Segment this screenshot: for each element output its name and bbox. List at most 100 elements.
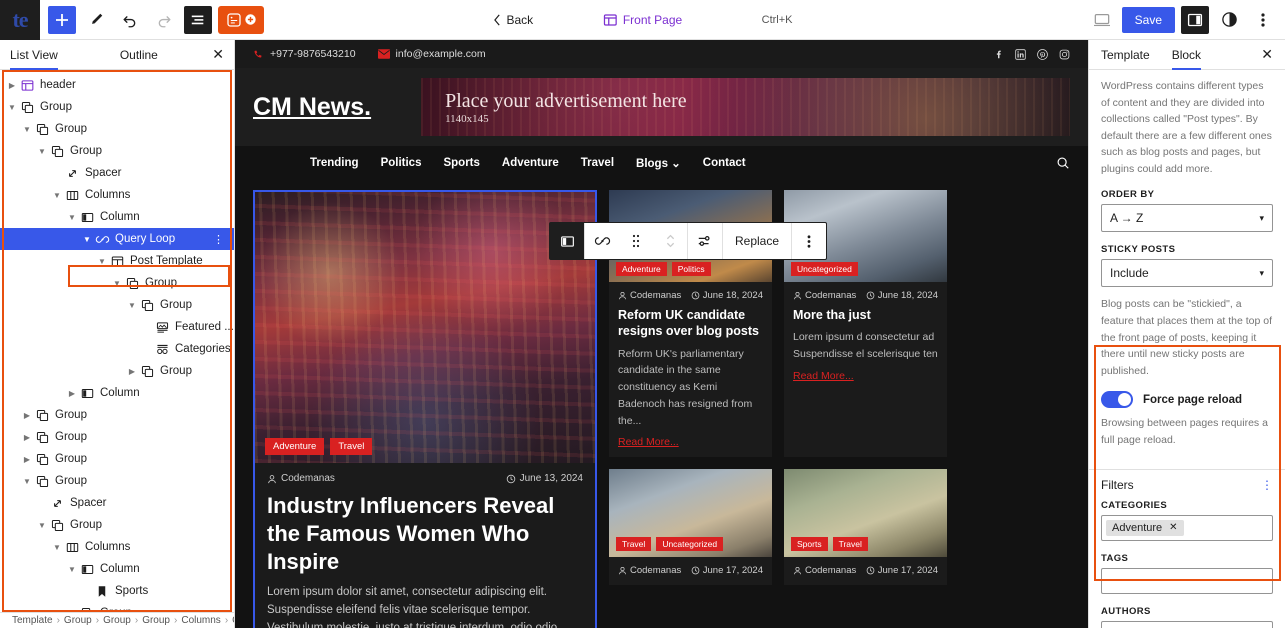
post-tag[interactable]: Travel	[616, 537, 652, 552]
more-options-button[interactable]	[792, 223, 826, 259]
chevron-right-icon[interactable]: ▶	[21, 411, 33, 420]
tree-item-options-icon[interactable]: ⋮	[213, 233, 224, 246]
breadcrumb-item[interactable]: Group	[103, 615, 131, 626]
search-icon[interactable]	[1056, 156, 1070, 170]
chevron-down-icon[interactable]: ▼	[66, 213, 78, 222]
tree-item-columns[interactable]: ▼ Columns	[0, 536, 234, 558]
document-title-button[interactable]: Front Page	[603, 13, 682, 27]
tree-item-group[interactable]: ▼ Group	[0, 140, 234, 162]
tree-item-column[interactable]: ▶ Column	[0, 382, 234, 404]
chevron-right-icon[interactable]: ▶	[21, 455, 33, 464]
tree-item-header[interactable]: ▶ header	[0, 74, 234, 96]
tree-item-columns[interactable]: ▼ Columns	[0, 184, 234, 206]
save-button[interactable]: Save	[1121, 6, 1175, 33]
post-tag[interactable]: Adventure	[265, 438, 325, 455]
advertisement-banner[interactable]: Place your advertisement here 1140x145	[421, 78, 1070, 136]
post-card[interactable]: Sports Travel Codemanas June 17, 2024	[784, 469, 947, 586]
move-updown-button[interactable]	[653, 223, 687, 259]
tree-item-group[interactable]: ▶ Group	[0, 404, 234, 426]
undo-arrow-icon[interactable]	[116, 6, 144, 34]
chevron-down-icon[interactable]: ▼	[51, 191, 63, 200]
phone-contact[interactable]: +977-9876543210	[253, 48, 356, 60]
pencil-icon[interactable]	[82, 6, 110, 34]
tree-item-group[interactable]: ▼ Group	[0, 272, 234, 294]
drag-handle-button[interactable]	[619, 223, 653, 259]
chevron-down-icon[interactable]: ▼	[36, 147, 48, 156]
settings-sidebar-icon[interactable]	[1181, 5, 1209, 34]
breadcrumb-item[interactable]: Column	[232, 615, 234, 626]
post-card[interactable]: Travel Uncategorized Codemanas June 17, …	[609, 469, 772, 586]
nav-item-blogs[interactable]: Blogs ⌄	[636, 156, 681, 170]
post-card-title[interactable]: Reform UK candidate resigns over blog po…	[618, 307, 763, 340]
chevron-right-icon[interactable]: ▶	[21, 433, 33, 442]
categories-token-field[interactable]: Adventure ✕	[1101, 514, 1273, 541]
list-view-icon[interactable]	[184, 5, 212, 34]
post-tag[interactable]: Travel	[832, 537, 868, 552]
replace-button[interactable]: Replace	[723, 223, 791, 259]
more-options-icon[interactable]	[1249, 6, 1277, 34]
nav-item-adventure[interactable]: Adventure	[502, 157, 559, 169]
force-page-reload-row[interactable]: Force page reload	[1101, 391, 1273, 409]
close-icon[interactable]: ✕	[212, 46, 224, 63]
nav-item-trending[interactable]: Trending	[310, 157, 359, 169]
tree-item-column[interactable]: ▼ Column	[0, 206, 234, 228]
tree-item-spacer[interactable]: Spacer	[0, 492, 234, 514]
close-icon[interactable]: ✕	[1261, 46, 1273, 63]
tree-item-group[interactable]: ▼ Group	[0, 514, 234, 536]
redo-arrow-icon[interactable]	[150, 6, 178, 34]
chevron-down-icon[interactable]: ▼	[66, 609, 78, 613]
tree-item-group[interactable]: ▼ Group	[0, 118, 234, 140]
force-page-reload-toggle[interactable]	[1101, 391, 1133, 409]
tags-input[interactable]	[1101, 567, 1273, 594]
display-settings-button[interactable]	[688, 223, 722, 259]
nav-item-politics[interactable]: Politics	[381, 157, 422, 169]
site-title[interactable]: CM News.	[253, 93, 371, 122]
styles-contrast-icon[interactable]	[1215, 6, 1243, 34]
tree-item-featured[interactable]: Featured ...	[0, 316, 234, 338]
chevron-down-icon[interactable]: ▼	[21, 125, 33, 134]
tree-item-query-loop[interactable]: ▼ Query Loop ⋮	[0, 228, 234, 250]
tree-item-categories[interactable]: Categories	[0, 338, 234, 360]
post-tag[interactable]: Uncategorized	[791, 262, 858, 276]
chevron-down-icon[interactable]: ▼	[51, 543, 63, 552]
read-more-link[interactable]: Read More...	[793, 370, 854, 382]
chevron-down-icon[interactable]: ▼	[96, 257, 108, 266]
desktop-preview-icon[interactable]	[1088, 6, 1116, 34]
chevron-down-icon[interactable]: ▼	[111, 279, 123, 288]
add-block-button[interactable]	[48, 5, 76, 34]
chevron-right-icon[interactable]: ▶	[66, 389, 78, 398]
sticky-posts-select[interactable]: Include ▾	[1101, 259, 1273, 288]
column-select-button[interactable]	[550, 223, 584, 259]
post-tag[interactable]: Sports	[791, 537, 828, 552]
chevron-down-icon[interactable]: ▼	[6, 103, 18, 112]
tab-block[interactable]: Block	[1172, 40, 1201, 70]
tab-list-view[interactable]: List View	[10, 48, 58, 62]
post-tag[interactable]: Politics	[671, 262, 711, 276]
post-tag[interactable]: Travel	[330, 438, 373, 455]
post-tag[interactable]: Uncategorized	[656, 537, 724, 552]
chevron-right-icon[interactable]: ▶	[6, 81, 18, 90]
order-by-select[interactable]: A → Z ▾	[1101, 204, 1273, 233]
tree-item-group[interactable]: ▶ Group	[0, 448, 234, 470]
query-loop-block-button[interactable]	[585, 223, 619, 259]
chevron-down-icon[interactable]: ▼	[81, 235, 93, 244]
nav-item-sports[interactable]: Sports	[443, 157, 479, 169]
chevron-down-icon[interactable]: ▼	[126, 301, 138, 310]
chevron-down-icon[interactable]: ▼	[66, 565, 78, 574]
back-button[interactable]: Back	[493, 13, 533, 27]
tree-item-group[interactable]: ▼ Group	[0, 470, 234, 492]
featured-post-card[interactable]: Adventure Travel Codemanas June 13, 2024…	[253, 190, 597, 628]
authors-input[interactable]	[1101, 620, 1273, 628]
featured-post-title[interactable]: Industry Influencers Reveal the Famous W…	[267, 492, 583, 576]
post-card-title[interactable]: More tha just	[793, 307, 938, 323]
breadcrumb-item[interactable]: Group	[64, 615, 92, 626]
tree-item-group[interactable]: ▼ Group	[0, 602, 234, 612]
remove-token-icon[interactable]: ✕	[1169, 522, 1177, 533]
chevron-right-icon[interactable]: ▶	[126, 367, 138, 376]
tree-item-spacer[interactable]: Spacer	[0, 162, 234, 184]
tree-item-column[interactable]: ▼ Column	[0, 558, 234, 580]
tree-item-group[interactable]: ▼ Group	[0, 294, 234, 316]
wordpress-logo-icon[interactable]: te	[0, 0, 40, 40]
nav-item-contact[interactable]: Contact	[703, 157, 746, 169]
tab-outline[interactable]: Outline	[120, 48, 158, 62]
